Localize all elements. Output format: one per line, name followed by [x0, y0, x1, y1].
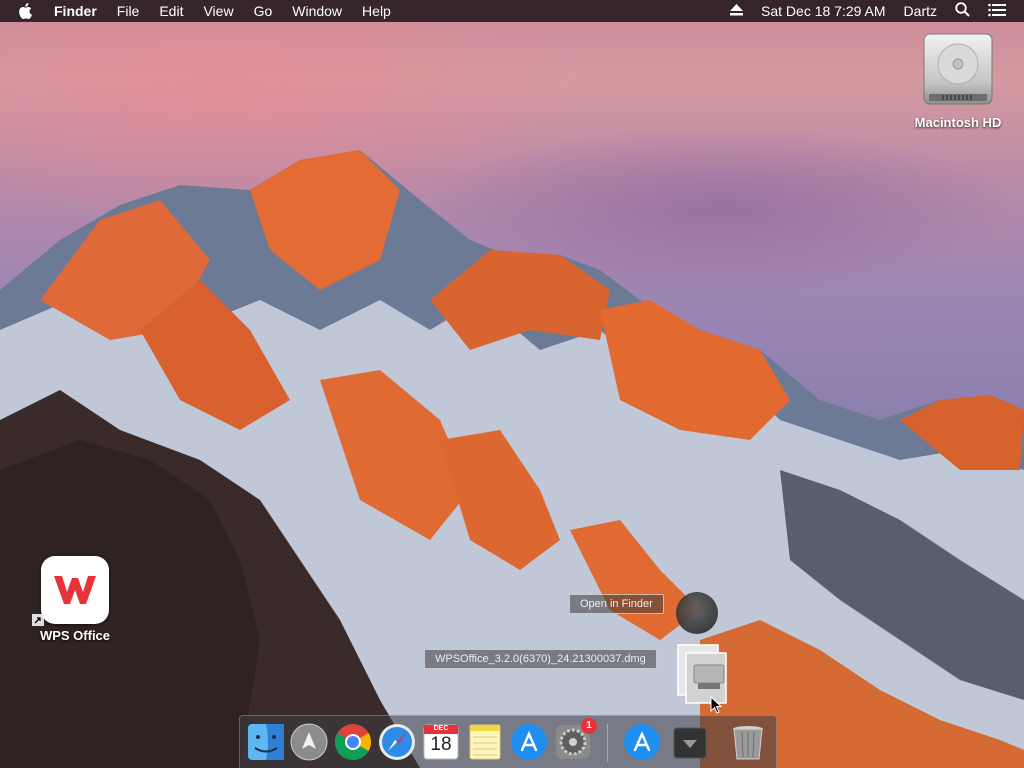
- apple-menu-icon[interactable]: [18, 3, 40, 19]
- notes-icon: [469, 724, 501, 760]
- wps-office-label: WPS Office: [39, 628, 111, 643]
- dock-system-preferences[interactable]: 1: [553, 718, 597, 762]
- macintosh-hd-label: Macintosh HD: [914, 115, 1002, 130]
- macintosh-hd-desktop-icon[interactable]: Macintosh HD: [910, 30, 1006, 130]
- menu-file[interactable]: File: [117, 0, 140, 22]
- calendar-day: 18: [430, 734, 452, 755]
- menu-app-finder[interactable]: Finder: [54, 0, 97, 22]
- dock-applications-stack[interactable]: [622, 722, 662, 762]
- menu-bar-status-area: Sat Dec 18 7:29 AM Dartz: [730, 0, 1024, 22]
- app-store-icon: [511, 724, 547, 760]
- menu-help[interactable]: Help: [362, 0, 391, 22]
- dock: DEC 18 1: [239, 715, 777, 768]
- app-store-icon: [624, 724, 660, 760]
- dock-finder[interactable]: [246, 722, 286, 762]
- hard-drive-icon: [923, 33, 993, 105]
- wps-office-icon: [41, 556, 109, 624]
- dock-trash[interactable]: [728, 722, 768, 762]
- dock-calendar[interactable]: DEC 18: [421, 722, 461, 762]
- safari-compass-icon: [379, 724, 415, 760]
- spotlight-search-icon[interactable]: [955, 2, 970, 20]
- mouse-pointer-icon: [710, 695, 723, 719]
- dock-safari[interactable]: [377, 722, 417, 762]
- dock-launchpad[interactable]: [289, 722, 329, 762]
- menu-view[interactable]: View: [203, 0, 233, 22]
- notification-center-icon[interactable]: [988, 3, 1006, 20]
- downloads-arrow-icon: [673, 727, 707, 759]
- menu-window[interactable]: Window: [292, 0, 342, 22]
- calendar-month: DEC: [433, 725, 449, 732]
- alias-arrow-icon: [32, 614, 44, 629]
- menu-go[interactable]: Go: [254, 0, 273, 22]
- wps-office-desktop-icon[interactable]: WPS Office: [30, 556, 120, 643]
- dock-chrome[interactable]: [333, 722, 373, 762]
- dragged-file-name: WPSOffice_3.2.0(6370)_24.21300037.dmg: [424, 649, 657, 669]
- trash-icon: [733, 726, 763, 760]
- update-badge: 1: [581, 718, 597, 734]
- menu-edit[interactable]: Edit: [159, 0, 183, 22]
- dragged-document-icon[interactable]: [676, 643, 736, 714]
- finder-icon: [248, 724, 284, 760]
- menu-clock[interactable]: Sat Dec 18 7:29 AM: [761, 3, 886, 19]
- dock-separator: [607, 724, 608, 762]
- launchpad-rocket-icon: [290, 723, 328, 761]
- dock-app-store[interactable]: [509, 722, 549, 762]
- menu-user-name[interactable]: Dartz: [904, 3, 937, 19]
- drag-target-ring-icon: [676, 592, 718, 634]
- chrome-icon: [334, 724, 371, 761]
- open-in-finder-hint[interactable]: Open in Finder: [569, 594, 664, 614]
- menu-bar: Finder File Edit View Go Window Help Sat…: [0, 0, 1024, 22]
- dock-notes[interactable]: [465, 722, 505, 762]
- eject-icon[interactable]: [730, 3, 744, 19]
- dock-downloads-stack[interactable]: [670, 722, 710, 762]
